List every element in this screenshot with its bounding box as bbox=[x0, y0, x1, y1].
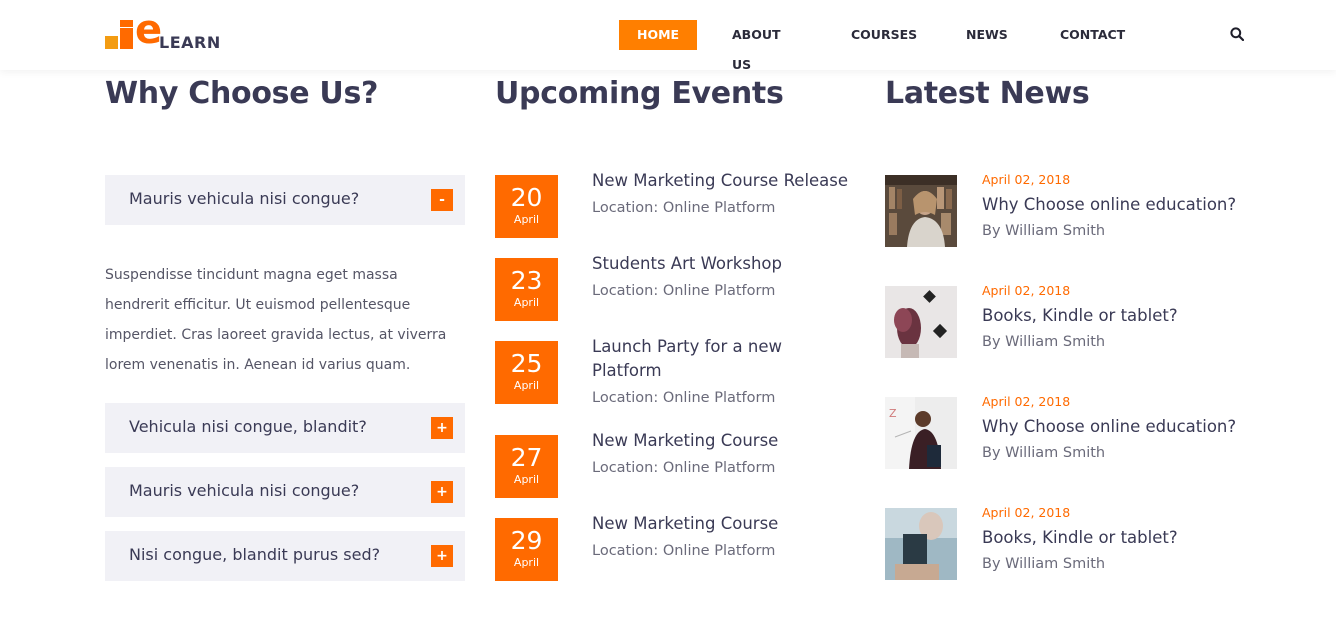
event-date-badge: 27 April bbox=[495, 435, 558, 498]
accordion-item[interactable]: Mauris vehicula nisi congue? - bbox=[105, 175, 465, 225]
nav-contact[interactable]: CONTACT bbox=[1060, 20, 1125, 50]
logo-wordmark: LEARN bbox=[159, 33, 221, 52]
expand-icon[interactable]: + bbox=[431, 417, 453, 439]
event-date-badge: 23 April bbox=[495, 258, 558, 321]
accordion-item[interactable]: Nisi congue, blandit purus sed? + bbox=[105, 531, 465, 581]
event-location: Location: Online Platform bbox=[592, 283, 776, 299]
logo-square-icon bbox=[105, 36, 118, 49]
event-item[interactable]: 25 April Launch Party for a new Platform… bbox=[495, 337, 865, 406]
accordion-question: Mauris vehicula nisi congue? bbox=[129, 481, 360, 500]
event-day: 27 bbox=[510, 443, 543, 472]
accordion-question: Mauris vehicula nisi congue? bbox=[129, 189, 360, 208]
news-item[interactable]: April 02, 2018 Why Choose online educati… bbox=[885, 172, 1285, 247]
svg-text:Z: Z bbox=[889, 407, 897, 420]
news-author: By William Smith bbox=[982, 445, 1106, 461]
news-headline[interactable]: Why Choose online education? bbox=[982, 417, 1236, 436]
news-date: April 02, 2018 bbox=[982, 283, 1071, 298]
news-headline[interactable]: Books, Kindle or tablet? bbox=[982, 528, 1178, 547]
accordion-answer: Suspendisse tincidunt magna eget massa h… bbox=[105, 267, 447, 373]
nav-news[interactable]: NEWS bbox=[966, 20, 1008, 50]
event-month: April bbox=[513, 473, 540, 486]
nav-courses[interactable]: COURSES bbox=[851, 20, 917, 50]
news-item[interactable]: April 02, 2018 Books, Kindle or tablet? … bbox=[885, 283, 1285, 358]
news-date: April 02, 2018 bbox=[982, 505, 1071, 520]
event-day: 23 bbox=[510, 266, 543, 295]
nav-home[interactable]: HOME bbox=[619, 20, 698, 50]
news-author: By William Smith bbox=[982, 334, 1106, 350]
nav-about-us[interactable]: ABOUT US bbox=[732, 20, 781, 72]
accordion-question: Vehicula nisi congue, blandit? bbox=[129, 417, 367, 436]
accordion-item[interactable]: Mauris vehicula nisi congue? + bbox=[105, 467, 465, 517]
logo-square-icon bbox=[120, 20, 133, 27]
logo-square-icon bbox=[120, 28, 133, 49]
event-date-badge: 20 April bbox=[495, 175, 558, 238]
events-title: Upcoming Events bbox=[495, 76, 784, 111]
event-month: April bbox=[513, 379, 540, 392]
event-item[interactable]: 20 April New Marketing Course Release Lo… bbox=[495, 171, 865, 238]
event-item[interactable]: 27 April New Marketing Course Location: … bbox=[495, 431, 865, 498]
main-nav: HOME ABOUT US COURSES NEWS CONTACT bbox=[619, 20, 1125, 72]
event-location: Location: Online Platform bbox=[592, 460, 776, 476]
elearn-logo[interactable]: e LEARN bbox=[105, 10, 235, 52]
event-title[interactable]: Students Art Workshop bbox=[592, 252, 862, 276]
accordion-question: Nisi congue, blandit purus sed? bbox=[129, 545, 381, 564]
news-author: By William Smith bbox=[982, 556, 1106, 572]
event-title[interactable]: Launch Party for a new Platform bbox=[592, 335, 812, 383]
why-choose-title: Why Choose Us? bbox=[105, 76, 379, 111]
event-month: April bbox=[513, 213, 540, 226]
event-day: 29 bbox=[510, 526, 543, 555]
event-day: 20 bbox=[510, 183, 543, 212]
event-item[interactable]: 23 April Students Art Workshop Location:… bbox=[495, 254, 865, 321]
news-thumbnail[interactable] bbox=[885, 175, 957, 247]
site-header: e LEARN HOME ABOUT US COURSES NEWS CONTA… bbox=[0, 0, 1336, 72]
event-location: Location: Online Platform bbox=[592, 200, 776, 216]
event-item[interactable]: 29 April New Marketing Course Location: … bbox=[495, 514, 865, 581]
event-title[interactable]: New Marketing Course Release bbox=[592, 169, 862, 193]
event-month: April bbox=[513, 556, 540, 569]
event-location: Location: Online Platform bbox=[592, 390, 776, 406]
news-thumbnail[interactable] bbox=[885, 286, 957, 358]
news-author: By William Smith bbox=[982, 223, 1106, 239]
news-headline[interactable]: Why Choose online education? bbox=[982, 195, 1236, 214]
news-thumbnail[interactable]: Z bbox=[885, 397, 957, 469]
news-item[interactable]: April 02, 2018 Books, Kindle or tablet? … bbox=[885, 505, 1285, 580]
collapse-icon[interactable]: - bbox=[431, 189, 453, 211]
event-date-badge: 25 April bbox=[495, 341, 558, 404]
news-headline[interactable]: Books, Kindle or tablet? bbox=[982, 306, 1178, 325]
news-item[interactable]: Z April 02, 2018 Why Choose online educa… bbox=[885, 394, 1285, 469]
search-icon[interactable] bbox=[1230, 27, 1244, 41]
news-date: April 02, 2018 bbox=[982, 394, 1071, 409]
event-day: 25 bbox=[510, 349, 543, 378]
news-date: April 02, 2018 bbox=[982, 172, 1071, 187]
event-date-badge: 29 April bbox=[495, 518, 558, 581]
accordion-item[interactable]: Vehicula nisi congue, blandit? + bbox=[105, 403, 465, 453]
event-title[interactable]: New Marketing Course bbox=[592, 512, 862, 536]
news-title: Latest News bbox=[885, 76, 1090, 111]
event-location: Location: Online Platform bbox=[592, 543, 776, 559]
event-month: April bbox=[513, 296, 540, 309]
event-title[interactable]: New Marketing Course bbox=[592, 429, 862, 453]
expand-icon[interactable]: + bbox=[431, 545, 453, 567]
expand-icon[interactable]: + bbox=[431, 481, 453, 503]
news-thumbnail[interactable] bbox=[885, 508, 957, 580]
